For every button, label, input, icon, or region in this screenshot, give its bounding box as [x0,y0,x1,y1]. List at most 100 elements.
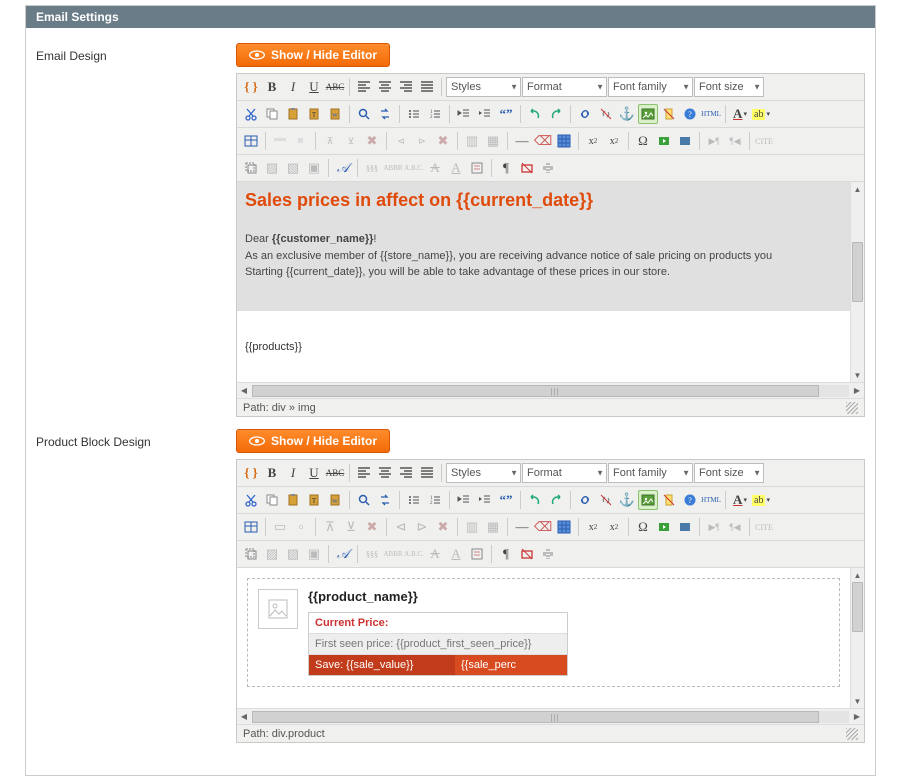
col-delete-button[interactable]: ✖ [433,517,453,537]
special-char-button[interactable]: Ω [633,517,653,537]
number-list-button[interactable]: 12 [425,104,445,124]
align-center-button[interactable] [375,77,395,97]
editor-content-area[interactable]: Sales prices in affect on {{current_date… [237,182,864,382]
table-button[interactable] [241,131,261,151]
paste-word-button[interactable]: W [325,104,345,124]
layer-forward-button[interactable]: ▨ [262,544,282,564]
rtl-button[interactable]: ¶◀ [725,131,745,151]
show-hide-editor-button[interactable]: Show / Hide Editor [236,429,390,453]
del-button[interactable]: A [425,544,445,564]
align-left-button[interactable] [354,463,374,483]
row-before-button[interactable]: ⊼ [320,517,340,537]
scroll-up-button[interactable]: ▲ [851,568,864,582]
show-blocks-button[interactable]: ¶ [496,158,516,178]
bg-color-button[interactable]: ab▾ [751,490,771,510]
blockquote-button[interactable]: “” [496,490,516,510]
superscript-button[interactable]: x2 [604,131,624,151]
align-justify-button[interactable] [417,463,437,483]
horizontal-scrollbar[interactable]: ◀ ||| ▶ [237,382,864,398]
layer-backward-button[interactable]: ▧ [283,158,303,178]
media-button[interactable] [654,131,674,151]
cleanup-button[interactable] [659,490,679,510]
abbr-button[interactable]: ABBR [383,158,403,178]
subscript-button[interactable]: x2 [583,517,603,537]
row-after-button[interactable]: ⊻ [341,131,361,151]
remove-format-button[interactable]: ⌫ [533,131,553,151]
italic-button[interactable]: I [283,77,303,97]
image-button[interactable] [638,104,658,124]
scroll-down-button[interactable]: ▼ [851,368,864,382]
resize-handle[interactable] [846,402,858,414]
paste-button[interactable] [283,104,303,124]
attribs-button[interactable] [467,544,487,564]
underline-button[interactable]: U [304,463,324,483]
align-right-button[interactable] [396,463,416,483]
format-select[interactable]: Format▼ [522,77,607,97]
font-family-select[interactable]: Font family▼ [608,463,693,483]
table-row-props-button[interactable]: ▭ [270,517,290,537]
table-row-props-button[interactable] [270,131,290,151]
attribs-button[interactable] [467,158,487,178]
cleanup-button[interactable] [659,104,679,124]
help-button[interactable]: ? [680,490,700,510]
find-button[interactable] [354,104,374,124]
scroll-thumb[interactable] [852,582,863,632]
cut-button[interactable] [241,490,261,510]
show-blocks-button[interactable]: ¶ [496,544,516,564]
layer-abs-button[interactable]: ▣ [304,158,324,178]
text-color-button[interactable]: A▾ [730,490,750,510]
table-cell-props-button[interactable]: ▫ [291,517,311,537]
ins-button[interactable]: A [446,544,466,564]
bold-button[interactable]: B [262,77,282,97]
ltr-button[interactable]: ▶¶ [704,517,724,537]
undo-button[interactable] [525,490,545,510]
unlink-button[interactable] [596,104,616,124]
subscript-button[interactable]: x2 [583,131,603,151]
link-button[interactable] [575,104,595,124]
font-family-select[interactable]: Font family▼ [608,77,693,97]
paste-text-button[interactable]: T [304,104,324,124]
layer-button[interactable] [241,544,261,564]
scroll-left-button[interactable]: ◀ [237,712,251,721]
font-size-select[interactable]: Font size▼ [694,463,764,483]
vertical-scrollbar[interactable]: ▲ ▼ [850,182,864,382]
source-icon[interactable]: { } [241,463,261,483]
replace-button[interactable] [375,104,395,124]
bold-button[interactable]: B [262,463,282,483]
cut-button[interactable] [241,104,261,124]
layer-backward-button[interactable]: ▧ [283,544,303,564]
show-hide-editor-button[interactable]: Show / Hide Editor [236,43,390,67]
superscript-button[interactable]: x2 [604,517,624,537]
blockquote-button[interactable]: “” [496,104,516,124]
scroll-up-button[interactable]: ▲ [851,182,864,196]
resize-handle[interactable] [846,728,858,740]
pagebreak-button[interactable] [538,158,558,178]
indent-button[interactable] [475,104,495,124]
del-button[interactable]: A [425,158,445,178]
table-cell-props-button[interactable] [291,131,311,151]
hr-button[interactable]: — [512,517,532,537]
split-cells-button[interactable]: ▥ [462,517,482,537]
scroll-right-button[interactable]: ▶ [850,386,864,395]
cite-button[interactable]: CITE [754,131,774,151]
text-color-button[interactable]: A▾ [730,104,750,124]
abbr-button[interactable]: ABBR [383,544,403,564]
font-size-select[interactable]: Font size▼ [694,77,764,97]
nbsp-button[interactable] [517,158,537,178]
link-button[interactable] [575,490,595,510]
paste-word-button[interactable]: W [325,490,345,510]
remove-format-button[interactable]: ⌫ [533,517,553,537]
html-button[interactable]: HTML [701,104,721,124]
special-char-button[interactable]: Ω [633,131,653,151]
styles-select[interactable]: Styles▼ [446,77,521,97]
unlink-button[interactable] [596,490,616,510]
anchor-button[interactable]: ⚓ [617,104,637,124]
scroll-thumb[interactable] [852,242,863,302]
row-delete-button[interactable]: ✖ [362,131,382,151]
layer-forward-button[interactable]: ▨ [262,158,282,178]
html-button[interactable]: HTML [701,490,721,510]
outdent-button[interactable] [454,104,474,124]
scroll-left-button[interactable]: ◀ [237,386,251,395]
media-button[interactable] [654,517,674,537]
hr-button[interactable]: — [512,131,532,151]
